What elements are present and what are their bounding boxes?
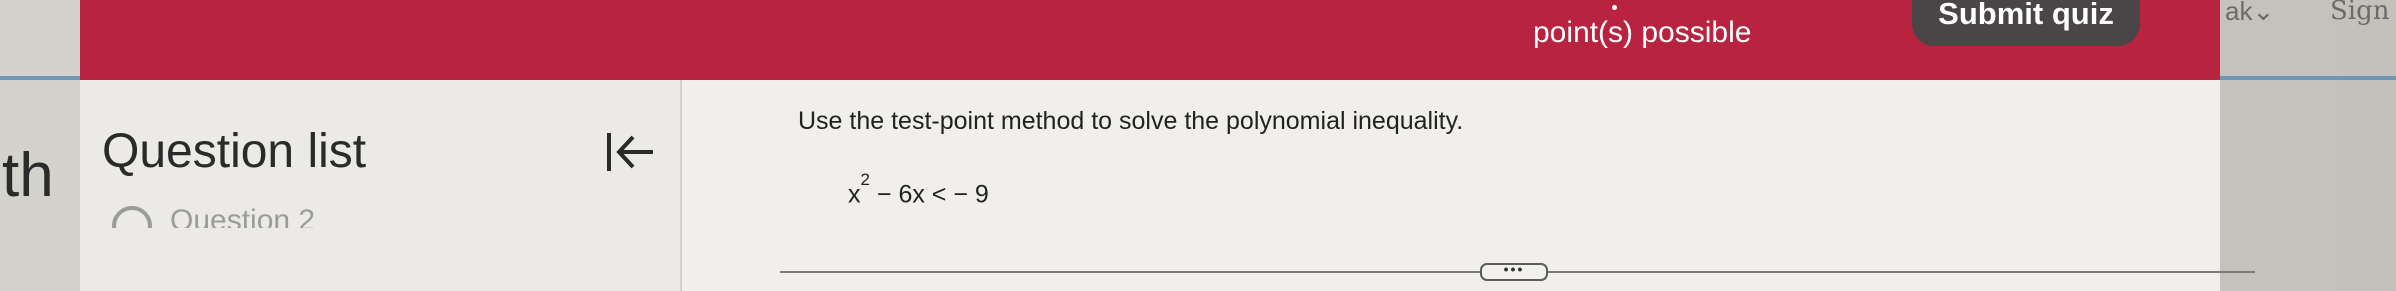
expression-exponent: 2: [860, 170, 870, 189]
panel-divider: [680, 80, 682, 291]
question-expression: x2 − 6x < − 9: [848, 170, 989, 209]
question-prompt: Use the test-point method to solve the p…: [798, 107, 1464, 135]
expression-base: x: [848, 180, 861, 209]
collapse-panel-button[interactable]: [600, 124, 660, 180]
background-menu-partial[interactable]: ak⌄: [2225, 0, 2274, 27]
question-list-title: Question list: [102, 125, 367, 178]
question-list-panel: [80, 80, 680, 291]
expand-more-button[interactable]: •••: [1480, 262, 1548, 281]
question-item-label: Question 2: [170, 204, 316, 228]
expression-rest: − 6x < − 9: [869, 180, 989, 209]
submit-quiz-button[interactable]: Submit quiz: [1912, 0, 2140, 46]
collapse-left-arrow-icon: [607, 133, 653, 171]
question-list-item[interactable]: Question 2: [112, 202, 332, 228]
quiz-modal: point(s) possible Submit quiz Question l…: [80, 0, 2255, 291]
points-possible-text: point(s) possible: [1533, 16, 1752, 49]
points-dot: [1612, 5, 1617, 10]
background-sign-link[interactable]: Sign: [2330, 0, 2390, 26]
background-partial-text: th: [2, 141, 54, 210]
quiz-header: point(s) possible Submit quiz: [80, 0, 2220, 80]
question-status-icon: [112, 206, 152, 228]
